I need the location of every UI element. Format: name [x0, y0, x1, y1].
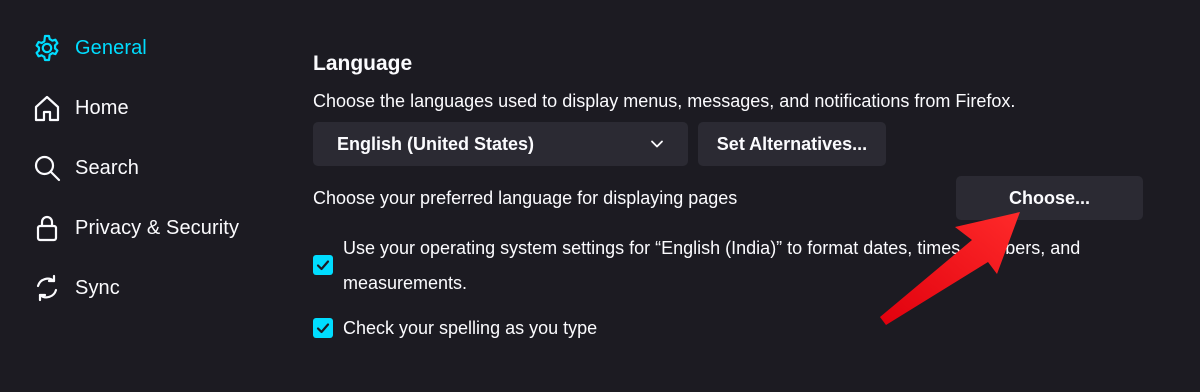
chevron-down-icon: [651, 140, 663, 148]
section-heading-language: Language: [313, 52, 413, 75]
checkmark-icon: [316, 323, 330, 334]
checkmark-icon: [316, 260, 330, 271]
spelling-label: Check your spelling as you type: [343, 318, 598, 338]
os-settings-label-line1: Use your operating system settings for “…: [343, 238, 1081, 258]
language-select-value: English (United States): [337, 133, 535, 154]
choose-label: Choose...: [1008, 187, 1090, 208]
set-alternatives-button[interactable]: Set Alternatives...: [698, 122, 886, 166]
language-description: Choose the languages used to display men…: [313, 91, 1016, 111]
main-content: Language Choose the languages used to di…: [0, 0, 1200, 392]
language-select[interactable]: English (United States): [313, 122, 688, 166]
os-settings-checkbox[interactable]: [313, 255, 333, 275]
os-settings-label-line2: measurements.: [343, 273, 468, 293]
preferred-language-text: Choose your preferred language for displ…: [313, 188, 738, 208]
choose-button[interactable]: Choose...: [956, 176, 1143, 220]
spelling-checkbox[interactable]: [313, 318, 333, 338]
set-alternatives-label: Set Alternatives...: [716, 133, 868, 154]
